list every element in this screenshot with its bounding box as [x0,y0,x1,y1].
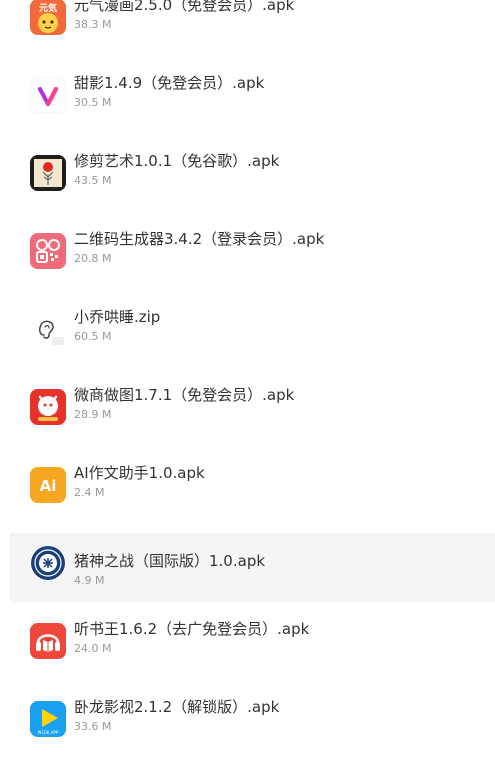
wolong-yingshi-app-icon: WLGK APP [30,701,66,737]
file-name: 卧龙影视2.1.2（解锁版）.apk [74,698,280,716]
zhushen-zhizhan-app-icon [30,545,66,581]
file-size: 4.9 M [74,574,105,587]
file-size: 30.5 M [74,96,112,109]
yuanqi-manhua-app-icon: 元気 [30,0,66,35]
file-size: 60.5 M [74,330,112,343]
file-size: 28.9 M [74,408,112,421]
file-name: 修剪艺术1.0.1（免谷歌）.apk [74,152,280,170]
file-size: 2.4 M [74,486,105,499]
file-name: 元气漫画2.5.0（免登会员）.apk [74,0,295,14]
file-size: 43.5 M [74,174,112,187]
yuanqi-icon-text: 元気 [39,2,57,14]
file-list: 元気 元气漫画2.5.0（免登会员）.apk 38.3 M 甜影1.4.9（免登… [0,0,495,774]
ai-icon-text: Ai [40,477,57,495]
file-row[interactable]: 小乔哄睡.zip 60.5 M [10,290,495,368]
file-name: 听书王1.6.2（去广免登会员）.apk [74,620,310,638]
file-name: 微商做图1.7.1（免登会员）.apk [74,386,295,404]
zip-ear-icon [30,311,66,347]
file-row-hovered[interactable]: 猪神之战（国际版）1.0.apk 4.9 M [10,533,495,611]
file-size: 24.0 M [74,642,112,655]
ai-essay-app-icon: Ai [30,467,66,503]
file-row[interactable]: 微商做图1.7.1（免登会员）.apk 28.9 M [10,368,495,446]
tianying-app-icon [30,77,66,113]
tingshu-wang-app-icon [30,623,66,659]
file-size: 33.6 M [74,720,112,733]
file-name: 猪神之战（国际版）1.0.apk [74,552,266,570]
file-name: 小乔哄睡.zip [74,308,161,326]
file-row[interactable]: 元気 元气漫画2.5.0（免登会员）.apk 38.3 M [10,0,495,56]
file-size: 20.8 M [74,252,112,265]
file-name: AI作文助手1.0.apk [74,464,205,482]
file-size: 38.3 M [74,18,112,31]
file-row[interactable]: 二维码生成器3.4.2（登录会员）.apk 20.8 M [10,212,495,290]
file-row[interactable]: 甜影1.4.9（免登会员）.apk 30.5 M [10,56,495,134]
xiujian-yishu-app-icon [30,155,66,191]
file-row[interactable]: 听书王1.6.2（去广免登会员）.apk 24.0 M [10,602,495,680]
file-row[interactable]: 修剪艺术1.0.1（免谷歌）.apk 43.5 M [10,134,495,212]
weishang-zuotu-app-icon [30,389,66,425]
file-row[interactable]: Ai AI作文助手1.0.apk 2.4 M [10,446,495,524]
qr-generator-app-icon [30,233,66,269]
wolong-icon-text: WLGK APP [38,730,59,735]
file-name: 二维码生成器3.4.2（登录会员）.apk [74,230,325,248]
file-name: 甜影1.4.9（免登会员）.apk [74,74,265,92]
file-row[interactable]: WLGK APP 卧龙影视2.1.2（解锁版）.apk 33.6 M [10,680,495,758]
